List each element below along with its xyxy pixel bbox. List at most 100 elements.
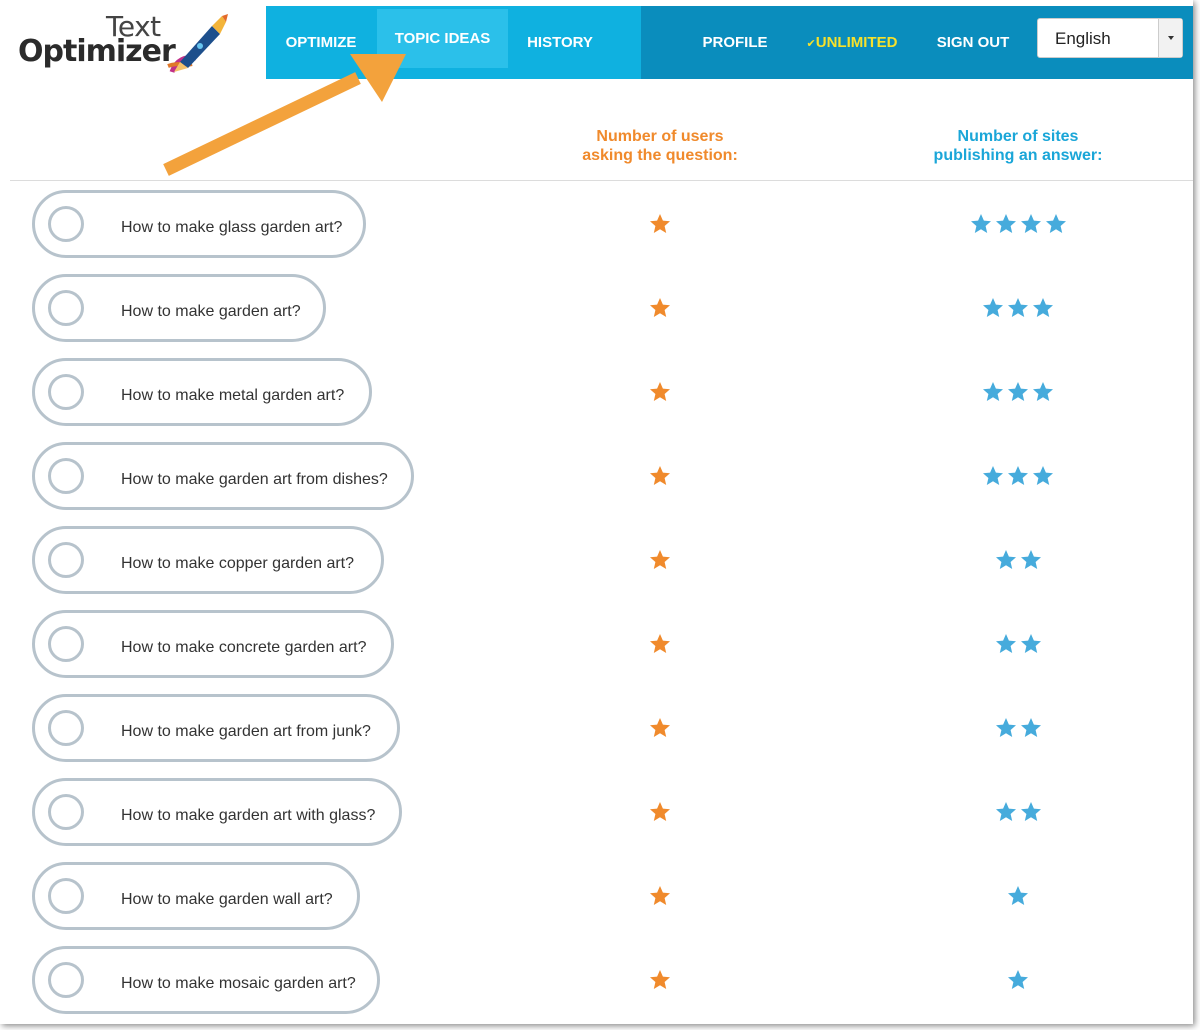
- column-header-sites-line2: publishing an answer:: [933, 147, 1103, 164]
- star-icon: [983, 466, 1003, 485]
- question-row: How to make garden wall art?: [0, 854, 1193, 938]
- users-rating: [610, 518, 710, 602]
- star-icon: [970, 214, 991, 233]
- users-rating: [610, 770, 710, 854]
- question-row: How to make copper garden art?: [0, 518, 1193, 602]
- question-option[interactable]: How to make garden wall art?: [32, 862, 360, 930]
- star-icon: [650, 802, 670, 821]
- question-text: How to make glass garden art?: [121, 219, 343, 236]
- radio-button[interactable]: [48, 542, 84, 578]
- radio-button[interactable]: [48, 374, 84, 410]
- question-row: How to make garden art from junk?: [0, 686, 1193, 770]
- sites-rating: [918, 266, 1118, 350]
- star-icon: [1020, 802, 1041, 821]
- sites-rating: [918, 518, 1118, 602]
- question-row: How to make garden art from dishes?: [0, 434, 1193, 518]
- star-icon: [650, 718, 670, 737]
- star-icon: [1020, 550, 1041, 569]
- star-icon: [650, 550, 670, 569]
- sites-rating: [918, 434, 1118, 518]
- star-icon: [1008, 298, 1028, 317]
- radio-button[interactable]: [48, 710, 84, 746]
- star-icon: [1020, 718, 1041, 737]
- star-icon: [1020, 634, 1041, 653]
- question-text: How to make garden art?: [121, 303, 301, 320]
- sites-rating: [918, 686, 1118, 770]
- sites-rating: [918, 350, 1118, 434]
- question-row: How to make garden art with glass?: [0, 770, 1193, 854]
- radio-button[interactable]: [48, 878, 84, 914]
- column-header-sites-line1: Number of sites: [957, 128, 1079, 145]
- radio-button[interactable]: [48, 962, 84, 998]
- users-rating: [610, 854, 710, 938]
- sites-rating: [918, 182, 1118, 266]
- star-icon: [1020, 214, 1041, 233]
- question-row: How to make garden art?: [0, 266, 1193, 350]
- question-option[interactable]: How to make copper garden art?: [32, 526, 384, 594]
- star-icon: [983, 298, 1003, 317]
- check-icon: ✔: [806, 38, 816, 50]
- chevron-down-icon[interactable]: [1158, 19, 1182, 57]
- header-divider: [10, 180, 1193, 181]
- radio-button[interactable]: [48, 458, 84, 494]
- nav-unlimited[interactable]: ✔UNLIMITED: [796, 6, 908, 79]
- question-text: How to make concrete garden art?: [121, 639, 367, 656]
- nav-sign-out[interactable]: SIGN OUT: [928, 6, 1018, 79]
- star-icon: [1045, 214, 1066, 233]
- users-rating: [610, 434, 710, 518]
- language-select[interactable]: English: [1037, 18, 1183, 58]
- column-header-sites: Number of sites publishing an answer:: [918, 127, 1118, 165]
- star-icon: [650, 466, 670, 485]
- star-icon: [650, 382, 670, 401]
- app-window: Text Optimizer OPTIMIZE TOPIC IDEAS HIST…: [0, 0, 1193, 1024]
- question-option[interactable]: How to make concrete garden art?: [32, 610, 394, 678]
- radio-button[interactable]: [48, 290, 84, 326]
- star-icon: [1008, 466, 1028, 485]
- users-rating: [610, 602, 710, 686]
- users-rating: [610, 182, 710, 266]
- question-text: How to make garden wall art?: [121, 891, 333, 908]
- sites-rating: [918, 938, 1118, 1022]
- sites-rating: [918, 770, 1118, 854]
- users-rating: [610, 266, 710, 350]
- star-icon: [1008, 970, 1028, 989]
- question-option[interactable]: How to make garden art from dishes?: [32, 442, 414, 510]
- radio-button[interactable]: [48, 794, 84, 830]
- arrow-annotation-icon: [163, 54, 406, 176]
- question-text: How to make garden art with glass?: [121, 807, 376, 824]
- question-row: How to make mosaic garden art?: [0, 938, 1193, 1022]
- question-option[interactable]: How to make mosaic garden art?: [32, 946, 380, 1014]
- question-option[interactable]: How to make metal garden art?: [32, 358, 372, 426]
- star-icon: [1033, 298, 1053, 317]
- question-text: How to make metal garden art?: [121, 387, 345, 404]
- radio-button[interactable]: [48, 626, 84, 662]
- star-icon: [1008, 382, 1028, 401]
- sites-rating: [918, 854, 1118, 938]
- star-icon: [650, 970, 670, 989]
- star-icon: [983, 382, 1003, 401]
- nav-history[interactable]: HISTORY: [508, 6, 612, 79]
- star-icon: [650, 298, 670, 317]
- question-text: How to make copper garden art?: [121, 555, 355, 572]
- star-icon: [650, 886, 670, 905]
- column-header-users: Number of users asking the question:: [560, 127, 760, 165]
- star-icon: [650, 634, 670, 653]
- star-icon: [995, 214, 1016, 233]
- users-rating: [610, 350, 710, 434]
- star-icon: [995, 634, 1016, 653]
- star-icon: [995, 550, 1016, 569]
- star-icon: [1033, 382, 1053, 401]
- question-row: How to make metal garden art?: [0, 350, 1193, 434]
- question-text: How to make garden art from junk?: [121, 723, 371, 740]
- radio-button[interactable]: [48, 206, 84, 242]
- question-option[interactable]: How to make garden art?: [32, 274, 326, 342]
- question-option[interactable]: How to make garden art from junk?: [32, 694, 400, 762]
- users-rating: [610, 938, 710, 1022]
- question-option[interactable]: How to make garden art with glass?: [32, 778, 402, 846]
- question-row: How to make glass garden art?: [0, 182, 1193, 266]
- nav-profile[interactable]: PROFILE: [690, 6, 780, 79]
- star-icon: [995, 718, 1016, 737]
- star-icon: [995, 802, 1016, 821]
- sites-rating: [918, 602, 1118, 686]
- question-option[interactable]: How to make glass garden art?: [32, 190, 366, 258]
